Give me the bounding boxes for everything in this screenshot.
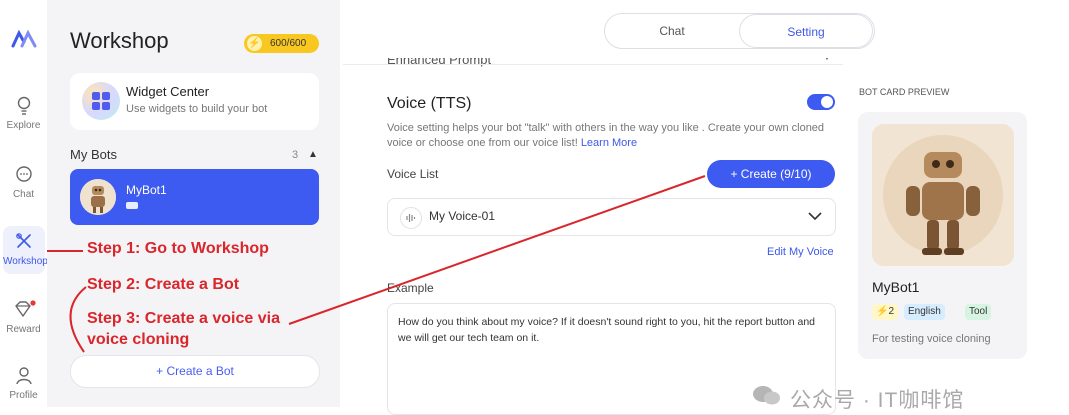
my-bots-label: My Bots <box>70 147 117 162</box>
widget-center-card[interactable]: Widget Center Use widgets to build your … <box>70 73 319 130</box>
rail-item-chat[interactable]: Chat <box>0 165 47 209</box>
lightning-icon: ⚡ <box>247 36 262 51</box>
chevron-up-icon[interactable]: ▲ <box>308 149 318 160</box>
chevron-down-icon[interactable]: ▼ <box>822 58 832 63</box>
widget-center-subtitle: Use widgets to build your bot <box>126 103 268 115</box>
bot-card-preview: MyBot1 ⚡2 English Tool For testing voice… <box>858 112 1027 359</box>
voice-select[interactable]: My Voice-01 <box>387 198 836 236</box>
rail-label-reward: Reward <box>6 324 41 335</box>
tab-chat[interactable]: Chat <box>605 14 739 48</box>
rail-label-profile: Profile <box>9 390 38 401</box>
notification-dot <box>29 300 36 306</box>
bot-avatar <box>80 179 116 215</box>
bot-status-icon <box>126 202 138 209</box>
watermark-text: 公众号 · IT咖啡馆 <box>790 389 965 412</box>
create-voice-button[interactable]: + Create (9/10) <box>707 160 835 188</box>
bot-list-item[interactable]: MyBot1 <box>70 169 319 225</box>
rail-item-explore[interactable]: Explore <box>0 96 47 140</box>
user-icon <box>15 367 32 385</box>
credits-badge[interactable]: ⚡ 600/600 <box>244 34 319 53</box>
tab-setting[interactable]: Setting <box>739 14 873 48</box>
chat-bubble-icon <box>15 166 32 182</box>
diamond-icon <box>14 300 36 317</box>
rail-item-reward[interactable]: Reward <box>0 300 47 344</box>
selected-voice: My Voice-01 <box>429 209 496 223</box>
my-bots-count: 3 <box>292 149 299 161</box>
rail-item-profile[interactable]: Profile <box>0 366 47 410</box>
credits-value: 600/600 <box>270 38 307 49</box>
bot-card-preview-label: BOT CARD PREVIEW <box>859 87 950 97</box>
step3-annotation-line2: voice cloning <box>87 331 190 348</box>
preview-description: For testing voice cloning <box>872 333 991 345</box>
widget-grid-icon <box>82 82 120 120</box>
tools-icon <box>16 233 31 248</box>
tag-tool: Tool <box>965 304 992 320</box>
rail-label-explore: Explore <box>6 120 41 131</box>
widget-center-title: Widget Center <box>126 84 210 99</box>
rail-item-workshop[interactable]: Workshop <box>3 226 48 274</box>
learn-more-link[interactable]: Learn More <box>581 137 637 149</box>
chevron-down-icon <box>808 212 822 221</box>
bot-name: MyBot1 <box>126 183 167 197</box>
voice-section-title: Voice (TTS) <box>387 95 472 112</box>
voice-toggle[interactable] <box>807 94 835 110</box>
tag-language: English <box>904 304 945 320</box>
audio-wave-icon <box>400 207 422 229</box>
preview-bot-name: MyBot1 <box>872 279 920 295</box>
rail-label-workshop: Workshop <box>3 256 48 267</box>
tag-level: ⚡2 <box>872 304 899 320</box>
voice-list-label: Voice List <box>387 167 439 181</box>
step2-annotation: Step 2: Create a Bot <box>87 276 240 293</box>
create-bot-button[interactable]: + Create a Bot <box>70 355 320 388</box>
step1-annotation: Step 1: Go to Workshop <box>87 240 269 257</box>
rail-label-chat: Chat <box>12 189 35 200</box>
example-label: Example <box>387 281 434 295</box>
wechat-icon <box>753 386 780 405</box>
example-text: How do you think about my voice? If it d… <box>398 316 816 344</box>
robot-avatar-image <box>80 179 116 215</box>
bot-image <box>872 124 1014 266</box>
section-divider <box>343 64 843 65</box>
voice-description: Voice setting helps your bot "talk" with… <box>387 121 842 151</box>
page-title: Workshop <box>70 28 169 53</box>
edit-my-voice-link[interactable]: Edit My Voice <box>767 246 834 258</box>
left-rail: Explore Chat Workshop Reward Profile <box>0 0 48 410</box>
top-tab-switch: Chat Setting <box>604 13 875 49</box>
bulb-icon <box>17 96 30 115</box>
app-logo[interactable] <box>11 30 37 48</box>
step3-annotation-line1: Step 3: Create a voice via <box>87 310 280 327</box>
